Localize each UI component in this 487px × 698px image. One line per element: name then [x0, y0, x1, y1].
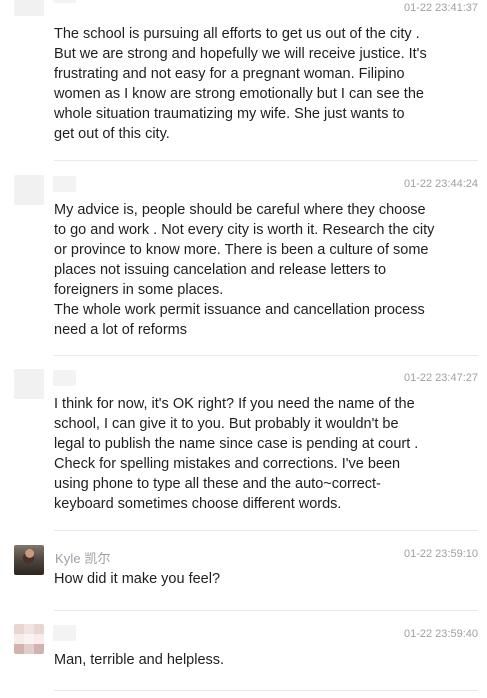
comment-divider: [54, 355, 478, 356]
comment-item: 01-22 23:41:37 The school is pursuing al…: [0, 0, 487, 158]
comment-divider: [54, 690, 478, 691]
comment-text: How did it make you feel?: [54, 571, 221, 587]
avatar[interactable]: [14, 0, 44, 16]
avatar[interactable]: [14, 175, 44, 205]
comment-text: I think for now, it's OK right? If you n…: [54, 396, 419, 512]
comment-divider: [54, 530, 478, 531]
comment-timestamp: 01-22 23:44:24: [403, 178, 478, 190]
comment-feed: 01-22 23:41:37 The school is pursuing al…: [0, 0, 487, 698]
comment-text: The school is pursuing all efforts to ge…: [54, 26, 427, 142]
author-name[interactable]: [53, 176, 76, 192]
author-name[interactable]: [53, 0, 76, 3]
comment-item: 01-22 23:59:40 Man, terrible and helples…: [0, 624, 487, 688]
author-name[interactable]: [53, 370, 76, 386]
comment-item: 01-22 23:47:27 I think for now, it's OK …: [0, 369, 487, 531]
comment-text: Man, terrible and helpless.: [54, 652, 225, 668]
comment-divider: [54, 160, 478, 161]
comment-item: 01-22 23:44:24 My advice is, people shou…: [0, 175, 487, 351]
comment-timestamp: 01-22 23:47:27: [403, 372, 478, 384]
avatar[interactable]: [14, 545, 44, 575]
comment-timestamp: 01-22 23:41:37: [403, 2, 478, 14]
avatar[interactable]: [14, 624, 44, 654]
avatar[interactable]: [14, 369, 44, 399]
comment-timestamp: 01-22 23:59:40: [403, 628, 478, 640]
comment-item: Kyle 凯尔 01-22 23:59:10 How did it make y…: [0, 544, 487, 608]
author-name[interactable]: [53, 625, 76, 641]
comment-timestamp: 01-22 23:59:10: [403, 548, 478, 560]
comment-divider: [54, 610, 478, 611]
author-name[interactable]: Kyle 凯尔: [55, 548, 111, 567]
comment-text: My advice is, people should be careful w…: [54, 202, 435, 338]
